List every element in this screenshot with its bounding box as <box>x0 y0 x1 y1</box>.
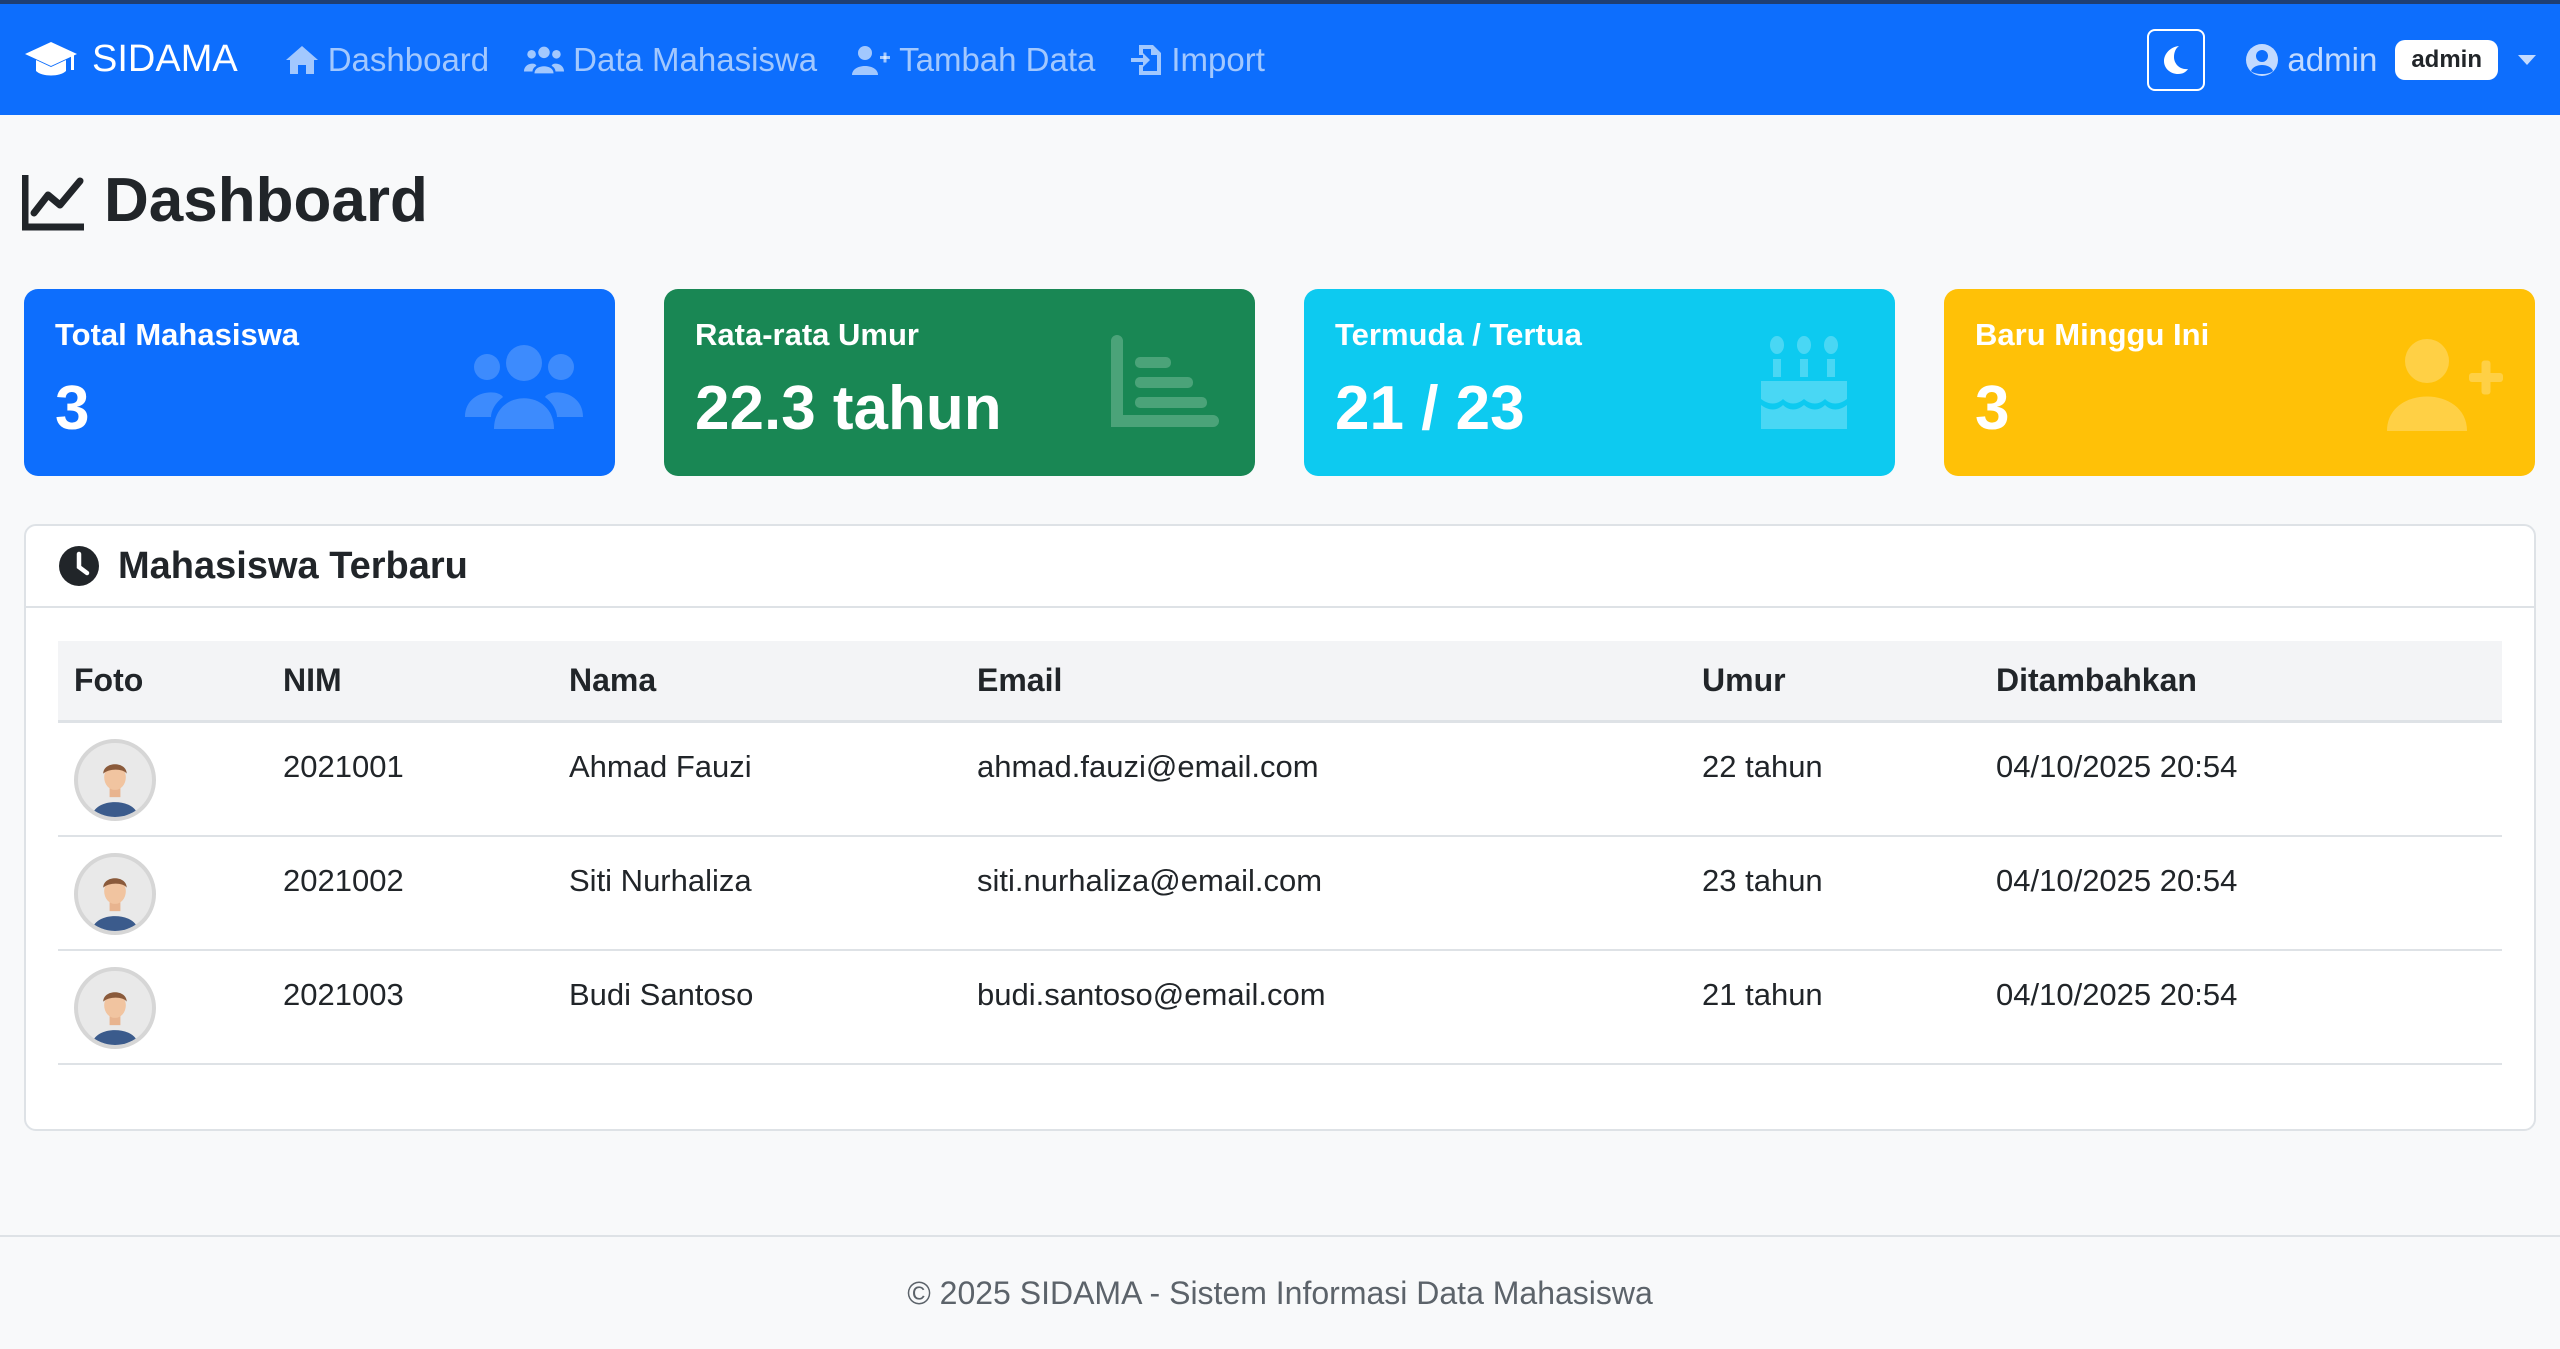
footer: © 2025 SIDAMA - Sistem Informasi Data Ma… <box>0 1235 2560 1349</box>
avatar <box>74 853 156 935</box>
navbar: SIDAMA Dashboard Data Mahasiswa Tambah D… <box>0 4 2560 115</box>
cell-ditambahkan: 04/10/2025 20:54 <box>1996 863 2238 898</box>
avatar-image <box>92 992 138 1045</box>
stat-card-rata-rata-umur: Rata-rata Umur 22.3 tahun <box>664 289 1255 476</box>
nav-tambah-data-label: Tambah Data <box>899 40 1096 78</box>
recent-students-table: Foto NIM Nama Email Umur Ditambahkan 202… <box>58 641 2502 1065</box>
nav-tambah-data[interactable]: Tambah Data <box>851 41 1095 79</box>
column-header-nama: Nama <box>569 662 657 698</box>
stat-value: 22.3 tahun <box>695 374 1002 443</box>
stat-card-total-mahasiswa: Total Mahasiswa 3 <box>24 289 615 476</box>
column-header-umur: Umur <box>1702 662 1786 698</box>
birthday-cake-icon <box>1761 336 1847 429</box>
stat-card-baru-minggu-ini: Baru Minggu Ini 3 <box>1944 289 2535 476</box>
table-header: Foto NIM Nama Email Umur Ditambahkan <box>58 641 2502 723</box>
brand-name: SIDAMA <box>92 38 238 80</box>
table-row: 2021003 Budi Santoso budi.santoso@email.… <box>58 951 2502 1065</box>
user-name: admin <box>2287 40 2378 78</box>
navbar-right: admin admin <box>2147 28 2536 91</box>
user-menu-dropdown[interactable]: admin admin <box>2245 39 2536 80</box>
nav-import[interactable]: Import <box>1129 41 1265 79</box>
cell-umur: 22 tahun <box>1702 749 1823 784</box>
page-title: Dashboard <box>22 165 428 236</box>
brand-link[interactable]: SIDAMA <box>24 38 238 81</box>
cell-nama: Budi Santoso <box>569 977 754 1012</box>
panel-header: Mahasiswa Terbaru <box>26 526 2534 608</box>
moon-icon <box>2164 45 2189 74</box>
theme-toggle-button[interactable] <box>2147 28 2206 91</box>
cell-nama: Siti Nurhaliza <box>569 863 752 898</box>
cell-nama: Ahmad Fauzi <box>569 749 752 784</box>
stat-card-termuda-tertua: Termuda / Tertua 21 / 23 <box>1304 289 1895 476</box>
cell-umur: 21 tahun <box>1702 977 1823 1012</box>
file-import-icon <box>1131 44 1162 75</box>
stat-label: Total Mahasiswa <box>55 317 300 352</box>
chart-bar-icon <box>1111 335 1219 427</box>
user-plus-icon <box>852 45 891 75</box>
stat-value: 3 <box>55 374 90 443</box>
column-header-nim: NIM <box>283 662 342 698</box>
users-icon <box>524 46 565 73</box>
cell-email: ahmad.fauzi@email.com <box>977 749 1319 784</box>
line-chart-icon <box>22 174 84 230</box>
user-circle-icon <box>2246 43 2279 76</box>
column-header-ditambahkan: Ditambahkan <box>1996 662 2197 698</box>
nav-dashboard-label: Dashboard <box>327 40 490 78</box>
stat-value: 21 / 23 <box>1335 374 1525 443</box>
column-header-email: Email <box>977 662 1063 698</box>
column-header-foto: Foto <box>74 662 144 698</box>
cell-nim: 2021003 <box>283 977 404 1012</box>
recent-students-panel: Mahasiswa Terbaru Foto NIM Nama Email Um… <box>24 524 2536 1131</box>
stat-label: Baru Minggu Ini <box>1975 317 2210 352</box>
page-title-text: Dashboard <box>104 166 428 235</box>
avatar <box>74 967 156 1049</box>
nav-import-label: Import <box>1171 40 1265 78</box>
cell-nim: 2021001 <box>283 749 404 784</box>
avatar-image <box>92 764 138 817</box>
avatar-image <box>92 878 138 931</box>
graduation-cap-icon <box>25 41 77 75</box>
cell-ditambahkan: 04/10/2025 20:54 <box>1996 977 2238 1012</box>
clock-icon <box>59 546 99 586</box>
stat-value: 3 <box>1975 374 2010 443</box>
stat-label: Termuda / Tertua <box>1335 317 1582 352</box>
footer-text: © 2025 SIDAMA - Sistem Informasi Data Ma… <box>907 1274 1653 1311</box>
stat-label: Rata-rata Umur <box>695 317 919 352</box>
avatar <box>74 739 156 821</box>
cell-email: budi.santoso@email.com <box>977 977 1326 1012</box>
user-plus-icon <box>2387 339 2503 431</box>
table-row: 2021001 Ahmad Fauzi ahmad.fauzi@email.co… <box>58 723 2502 837</box>
cell-email: siti.nurhaliza@email.com <box>977 863 1323 898</box>
users-icon <box>465 345 583 429</box>
user-role-badge: admin <box>2395 39 2498 80</box>
nav-data-mahasiswa-label: Data Mahasiswa <box>573 40 818 78</box>
home-icon <box>285 45 318 74</box>
nav-data-mahasiswa[interactable]: Data Mahasiswa <box>523 41 817 79</box>
table-row: 2021002 Siti Nurhaliza siti.nurhaliza@em… <box>58 837 2502 951</box>
cell-ditambahkan: 04/10/2025 20:54 <box>1996 749 2238 784</box>
cell-umur: 23 tahun <box>1702 863 1823 898</box>
nav-dashboard[interactable]: Dashboard <box>284 41 489 79</box>
panel-title: Mahasiswa Terbaru <box>118 544 468 587</box>
cell-nim: 2021002 <box>283 863 404 898</box>
chevron-down-icon <box>2518 54 2536 65</box>
